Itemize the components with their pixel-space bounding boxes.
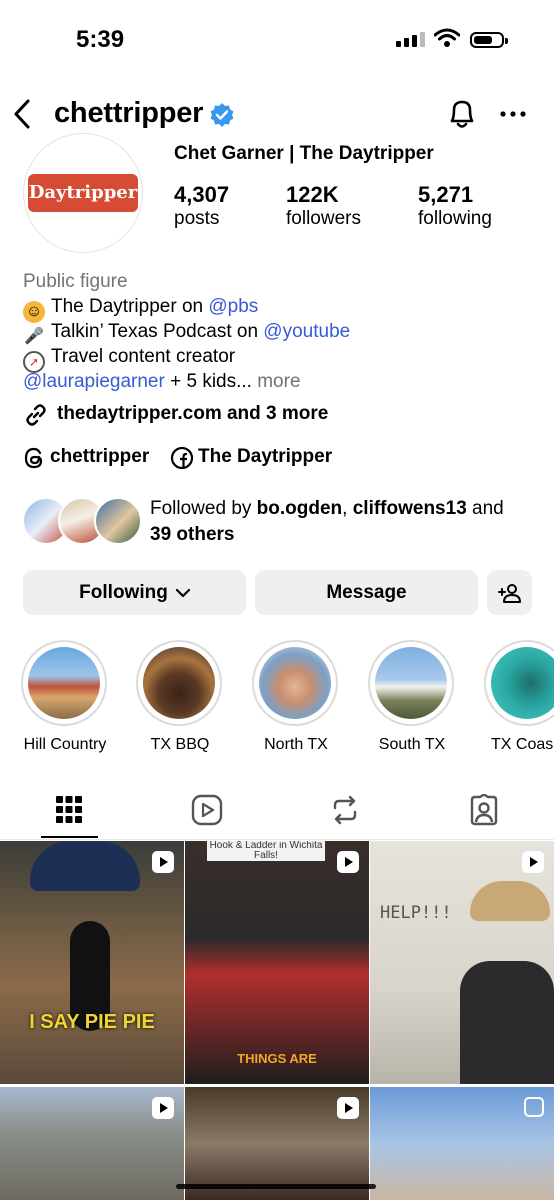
following-label: following xyxy=(418,208,492,229)
pbs-mention-link[interactable]: @pbs xyxy=(208,296,258,317)
post-caption: HELP!!! xyxy=(380,903,452,923)
facebook-icon xyxy=(170,446,194,470)
highlight-label: Hill Country xyxy=(23,736,107,753)
chevron-down-icon xyxy=(175,588,190,597)
followers-count: 122K xyxy=(286,182,339,207)
post-top-text: Hook & Ladder in Wichita Falls! xyxy=(207,841,325,861)
active-tab-indicator xyxy=(41,836,98,838)
highlight-label: TX BBQ xyxy=(150,736,210,753)
mutual-others-count: 39 others xyxy=(150,524,235,545)
followers-label: followers xyxy=(286,208,361,229)
reel-icon xyxy=(337,1097,359,1119)
post-caption: I SAY PIE PIE xyxy=(29,1011,155,1033)
reposts-tab-icon[interactable] xyxy=(330,794,360,826)
bio-more-link[interactable]: more xyxy=(257,371,300,392)
bio-line1-text: The Daytripper on xyxy=(51,296,209,317)
notification-bell-icon[interactable] xyxy=(446,97,478,131)
mutual-user-1: bo.ogden xyxy=(256,498,343,519)
posts-count: 4,307 xyxy=(174,182,230,207)
grid-tab-icon[interactable] xyxy=(56,796,82,824)
message-button-label: Message xyxy=(326,581,407,603)
profile-avatar[interactable]: Daytripper xyxy=(23,133,143,253)
followed-by-text[interactable]: Followed by bo.ogden, cliffowens13 and 39… xyxy=(150,496,540,548)
bio-line2-text: Talkin’ Texas Podcast on xyxy=(51,321,264,342)
bio-line4-text: + 5 kids... xyxy=(164,371,252,392)
reel-icon xyxy=(522,851,544,873)
cap-shape xyxy=(30,841,140,891)
tabs-divider xyxy=(0,839,554,840)
highlight-thumbnail xyxy=(491,647,554,719)
reel-icon xyxy=(337,851,359,873)
following-count: 5,271 xyxy=(418,182,474,207)
wifi-icon xyxy=(434,28,460,47)
highlight-label: South TX xyxy=(378,736,446,753)
status-time: 5:39 xyxy=(76,26,125,53)
highlight-label: North TX xyxy=(264,736,328,753)
suggested-users-button[interactable] xyxy=(487,570,532,615)
bio-line-family: @laurapiegarner + 5 kids... more xyxy=(23,369,301,394)
highlight-thumbnail xyxy=(143,647,215,719)
highlight-hill-country[interactable] xyxy=(21,640,111,726)
add-person-icon xyxy=(497,583,521,603)
profile-category: Public figure xyxy=(23,271,128,292)
home-indicator xyxy=(176,1184,376,1189)
following-stat[interactable]: 5,271 following xyxy=(418,182,492,230)
cowboy-hat-shape xyxy=(470,881,550,921)
battery-icon xyxy=(470,32,508,48)
grid-post-2[interactable]: Hook & Ladder in Wichita Falls! THINGS A… xyxy=(185,841,369,1084)
highlight-tx-coast[interactable] xyxy=(484,640,554,726)
threads-link[interactable]: chettripper xyxy=(50,446,149,468)
posts-stat: 4,307 posts xyxy=(174,182,229,230)
highlight-label: TX Coas xyxy=(491,736,554,753)
laurapiegarner-mention-link[interactable]: @laurapiegarner xyxy=(23,371,165,392)
highlight-thumbnail xyxy=(375,647,447,719)
daytripper-logo: Daytripper xyxy=(28,174,138,212)
message-button[interactable]: Message xyxy=(255,570,478,615)
cellular-signal-icon xyxy=(396,32,425,47)
followed-by-prefix: Followed by xyxy=(150,498,257,519)
mutual-user-2: cliffowens13 xyxy=(352,498,467,519)
followed-by-and: and xyxy=(466,498,504,519)
reel-icon xyxy=(152,1097,174,1119)
reels-tab-icon[interactable] xyxy=(191,794,223,826)
more-options-icon[interactable] xyxy=(500,99,526,129)
followers-stat[interactable]: 122K followers xyxy=(286,182,361,230)
highlight-south-tx[interactable] xyxy=(368,640,458,726)
bio-line3-text: Travel content creator xyxy=(51,346,236,367)
jacket-shape xyxy=(460,961,554,1084)
highlight-tx-bbq[interactable] xyxy=(136,640,226,726)
profile-username: chettripper xyxy=(54,97,204,129)
highlight-north-tx[interactable] xyxy=(252,640,342,726)
carousel-icon xyxy=(524,1097,544,1117)
verified-badge-icon xyxy=(210,103,234,127)
link-icon xyxy=(26,404,46,426)
reel-icon xyxy=(152,851,174,873)
mutual-followers-avatars[interactable] xyxy=(22,497,142,545)
grid-post-1[interactable]: I SAY PIE PIE xyxy=(0,841,184,1084)
website-link[interactable]: thedaytripper.com and 3 more xyxy=(57,403,328,425)
grid-post-4[interactable] xyxy=(0,1087,184,1200)
back-arrow-icon[interactable] xyxy=(12,98,32,130)
facebook-link[interactable]: The Daytripper xyxy=(198,446,332,468)
following-button[interactable]: Following xyxy=(23,570,246,615)
highlight-thumbnail xyxy=(259,647,331,719)
mutual-avatar-3 xyxy=(94,497,142,545)
grid-post-3[interactable]: HELP!!! xyxy=(370,841,554,1084)
grid-post-6[interactable] xyxy=(370,1087,554,1200)
posts-label: posts xyxy=(174,208,220,229)
threads-icon xyxy=(24,447,43,469)
post-caption: THINGS ARE xyxy=(237,1051,317,1066)
tagged-tab-icon[interactable] xyxy=(468,794,500,826)
following-button-label: Following xyxy=(79,581,168,603)
highlight-thumbnail xyxy=(28,647,100,719)
followed-by-separator: , xyxy=(342,498,353,519)
profile-full-name: Chet Garner | The Daytripper xyxy=(174,143,434,164)
youtube-mention-link[interactable]: @youtube xyxy=(263,321,350,342)
